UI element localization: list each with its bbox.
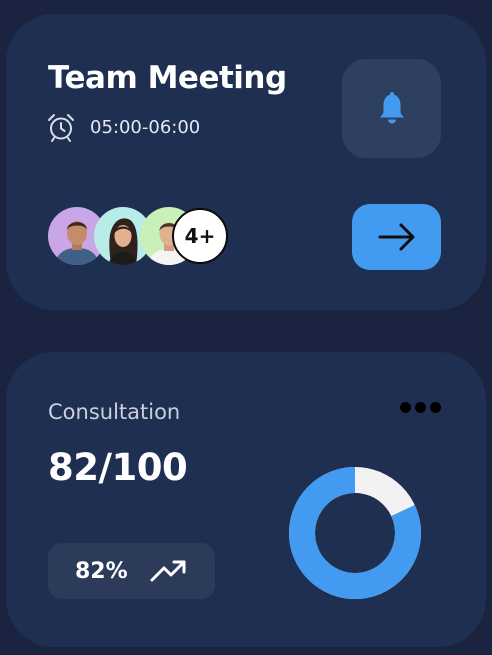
trending-up-icon <box>150 560 186 582</box>
more-dots-icon[interactable] <box>400 402 441 413</box>
more-attendees-badge[interactable]: 4+ <box>172 208 228 264</box>
meeting-title: Team Meeting <box>48 60 287 96</box>
consultation-label: Consultation <box>48 400 181 424</box>
percentage-badge: 82% <box>48 543 215 599</box>
consultation-card: Consultation 82/100 82% <box>6 352 486 647</box>
consultation-score: 82/100 <box>48 446 188 489</box>
attendee-avatars[interactable]: 4+ <box>48 207 238 267</box>
percentage-value: 82% <box>75 558 128 584</box>
dot <box>430 402 441 413</box>
meeting-card: Team Meeting 05:00-06:00 4+ <box>6 14 486 310</box>
open-meeting-button[interactable] <box>352 204 441 270</box>
arrow-right-icon <box>378 223 414 251</box>
alarm-clock-icon <box>48 114 74 142</box>
meeting-time-row: 05:00-06:00 <box>46 112 200 142</box>
dot <box>415 402 426 413</box>
progress-donut-chart <box>289 467 421 599</box>
notification-button[interactable] <box>342 59 441 158</box>
dot <box>400 402 411 413</box>
bell-icon <box>380 91 403 123</box>
meeting-time: 05:00-06:00 <box>90 116 201 138</box>
